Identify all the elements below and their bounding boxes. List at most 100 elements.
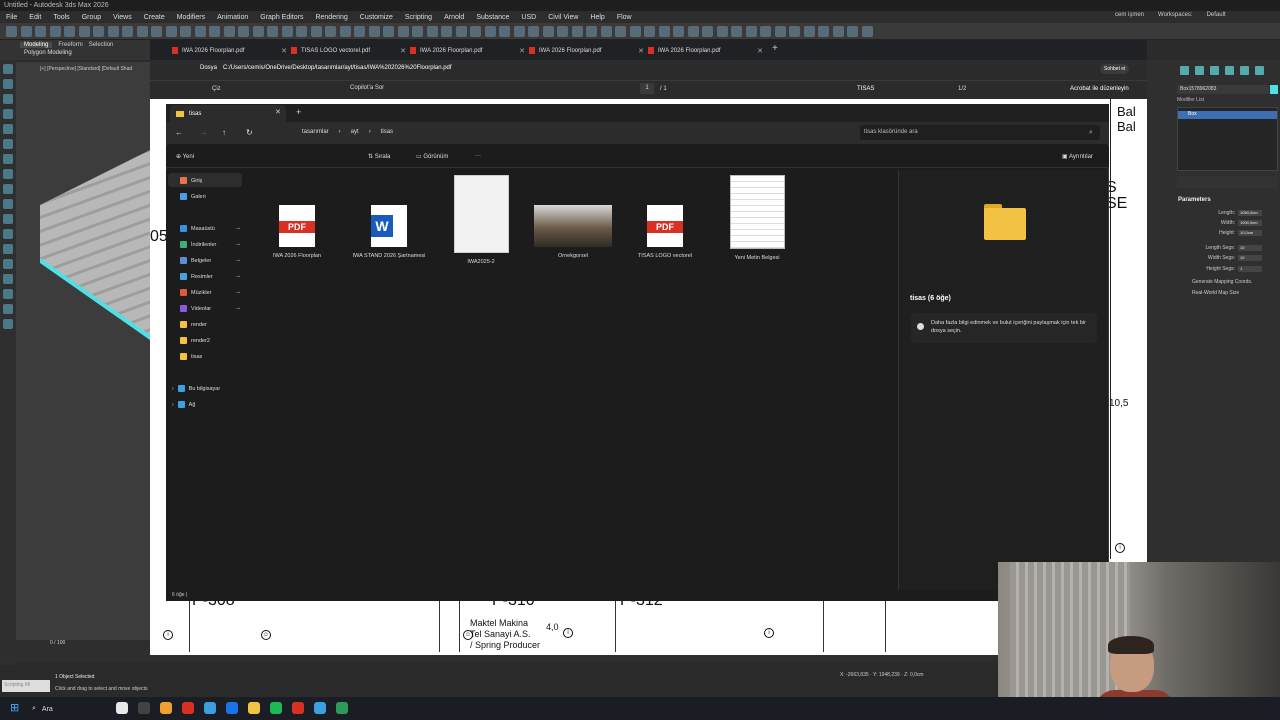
menu-item[interactable]: Flow: [617, 14, 632, 21]
view-button[interactable]: ▭ Görünüm: [416, 153, 448, 160]
taskbar-app-icon[interactable]: [160, 702, 172, 714]
param-row[interactable]: Height: 10,0cm: [1180, 230, 1262, 236]
file-item[interactable]: PDF IWA 2026 Floorplan: [252, 205, 342, 259]
toolbar-button[interactable]: [223, 26, 235, 37]
toolbar-button[interactable]: [310, 26, 322, 37]
tool-icon[interactable]: [3, 304, 13, 314]
toolbar-button[interactable]: [281, 26, 293, 37]
nav-item[interactable]: İndirilenler ⊸: [180, 241, 240, 248]
tool-icon[interactable]: [3, 289, 13, 299]
polygon-modeling-label[interactable]: Polygon Modeling: [0, 50, 160, 56]
coordinate-readout[interactable]: X: -2663,835 · Y: 1948,239 · Z: 0,0cm: [840, 672, 924, 678]
menu-item[interactable]: Views: [113, 14, 132, 21]
windows-start-icon[interactable]: ⊞: [10, 703, 21, 714]
param-spinner[interactable]: 10: [1238, 255, 1262, 261]
close-tab-icon[interactable]: ✕: [400, 47, 406, 55]
toolbar-button[interactable]: [571, 26, 583, 37]
taskbar-app-icon[interactable]: [182, 702, 194, 714]
ribbon-tab[interactable]: Freeform: [58, 42, 82, 48]
toolbar-button[interactable]: [354, 26, 365, 37]
menu-item[interactable]: Group: [82, 14, 101, 21]
toolbar-button[interactable]: [35, 26, 46, 37]
menu-item[interactable]: Scripting: [405, 14, 432, 21]
pin-icon[interactable]: ⊸: [236, 290, 240, 296]
taskbar-app-icon[interactable]: [204, 702, 216, 714]
toolbar-button[interactable]: [702, 26, 713, 37]
tool-icon[interactable]: [3, 154, 13, 164]
toolbar-button[interactable]: [557, 26, 568, 37]
menu-item[interactable]: Civil View: [548, 14, 578, 21]
menu-item[interactable]: Substance: [476, 14, 509, 21]
toolbar-button[interactable]: [64, 26, 75, 37]
toolbar-button[interactable]: [441, 26, 452, 37]
find-input[interactable]: TISAS: [857, 86, 874, 92]
toolbar-button[interactable]: [644, 26, 655, 37]
edge-tab[interactable]: IWA 2026 Floorplan.pdf ✕: [648, 44, 763, 57]
parameters-rollout[interactable]: Parameters: [1178, 197, 1211, 203]
menu-item[interactable]: Arnold: [444, 14, 464, 21]
explorer-new-tab-button[interactable]: +: [296, 107, 301, 117]
more-options-button[interactable]: ···: [475, 153, 481, 159]
param-spinner[interactable]: 1000,0cm: [1238, 220, 1262, 226]
toolbar-button[interactable]: [194, 26, 206, 37]
tool-icon[interactable]: [3, 214, 13, 224]
frame-counter[interactable]: 0 / 100: [50, 640, 65, 646]
nav-item[interactable]: Resimler ⊸: [180, 273, 240, 280]
tool-icon[interactable]: [3, 64, 13, 74]
ask-copilot-button[interactable]: Copilot'a Sor: [350, 85, 384, 91]
toolbar-button[interactable]: [600, 26, 612, 37]
param-spinner[interactable]: 1050,0cm: [1238, 210, 1262, 216]
toolbar-button[interactable]: [267, 26, 278, 37]
generate-mapping-checkbox[interactable]: Generate Mapping Coords.: [1192, 279, 1252, 285]
tool-icon[interactable]: [3, 259, 13, 269]
taskbar-app-icon[interactable]: [336, 702, 348, 714]
toolbar-button[interactable]: [716, 26, 728, 37]
toolbar-button[interactable]: [107, 26, 119, 37]
toolbar-button[interactable]: [180, 26, 191, 37]
menu-item[interactable]: File: [6, 14, 17, 21]
forward-arrow-icon[interactable]: →: [200, 128, 208, 137]
taskbar-app-icon[interactable]: [314, 702, 326, 714]
taskbar-app-icon[interactable]: [226, 702, 238, 714]
breadcrumb-item[interactable]: ayt: [351, 129, 359, 135]
nav-item[interactable]: Videolar ⊸: [180, 305, 240, 312]
viewport-label[interactable]: [+] [Perspective] [Standard] [Default Sh…: [40, 66, 132, 72]
nav-item[interactable]: render: [180, 321, 240, 328]
close-tab-icon[interactable]: ✕: [275, 108, 281, 116]
toolbar-button[interactable]: [412, 26, 423, 37]
file-item[interactable]: PDF TISAS LOGO vectorel: [620, 205, 710, 259]
nav-item[interactable]: Masaüstü ⊸: [180, 225, 240, 232]
toolbar-button[interactable]: [151, 26, 162, 37]
tool-icon[interactable]: [3, 319, 13, 329]
param-spinner[interactable]: 10,0cm: [1238, 230, 1262, 236]
nav-item[interactable]: › Ağ: [172, 401, 240, 408]
breadcrumb-item[interactable]: tasarımlar: [302, 129, 329, 135]
new-tab-button[interactable]: +: [772, 43, 778, 54]
user-name[interactable]: cem işmen: [1115, 12, 1144, 18]
toolbar-button[interactable]: [774, 26, 786, 37]
toolbar-button[interactable]: [789, 26, 800, 37]
toolbar-button[interactable]: [847, 26, 858, 37]
tool-icon[interactable]: [3, 109, 13, 119]
param-spinner[interactable]: 1: [1238, 266, 1262, 272]
toolbar-button[interactable]: [6, 26, 17, 37]
toolbar-button[interactable]: [513, 26, 525, 37]
menu-item[interactable]: Modifiers: [177, 14, 205, 21]
toolbar-button[interactable]: [49, 26, 61, 37]
file-item[interactable]: W IWA STAND 2026 Şartnamesi: [344, 205, 434, 259]
close-tab-icon[interactable]: ✕: [757, 47, 763, 55]
close-tab-icon[interactable]: ✕: [638, 47, 644, 55]
new-button[interactable]: ⊕ Yeni: [176, 153, 194, 160]
toolbar-button[interactable]: [629, 26, 641, 37]
acrobat-edit-button[interactable]: Acrobat ile düzenleyin: [1070, 86, 1129, 92]
modifier-stack-box[interactable]: Box: [1178, 111, 1277, 119]
tool-icon[interactable]: [3, 124, 13, 134]
explorer-search-input[interactable]: tisas klasöründe ara: [860, 125, 1100, 140]
chevron-right-icon[interactable]: ›: [172, 402, 174, 408]
menu-item[interactable]: Edit: [29, 14, 41, 21]
menu-item[interactable]: Graph Editors: [260, 14, 303, 21]
toolbar-button[interactable]: [760, 26, 771, 37]
details-pane-button[interactable]: ▣ Ayrıntılar: [1062, 153, 1093, 160]
tool-icon[interactable]: [3, 274, 13, 284]
viewport[interactable]: [16, 62, 150, 652]
